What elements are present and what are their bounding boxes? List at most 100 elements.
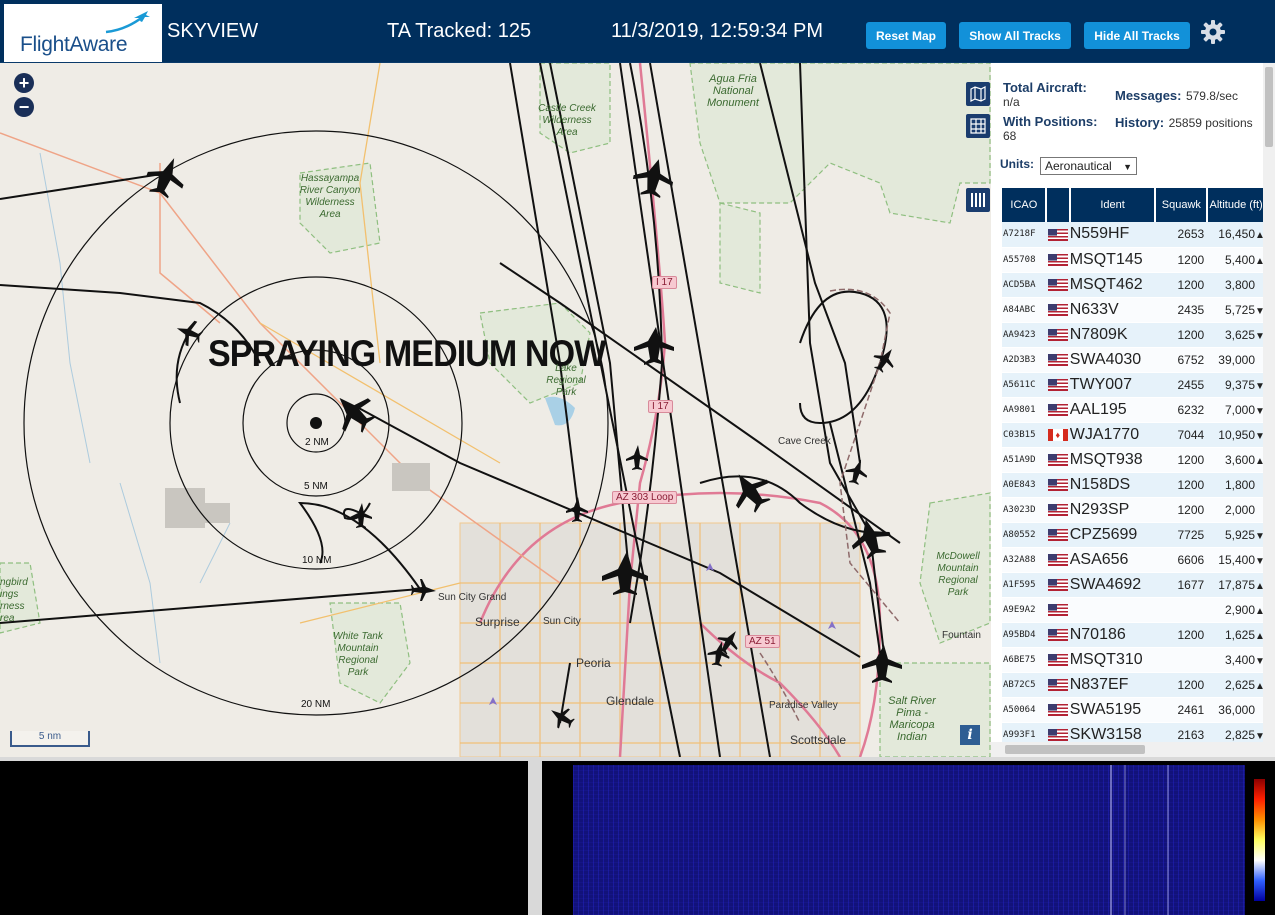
skyview-app: FlightAware SKYVIEW TA Tracked: 125 11/3… [0, 0, 1275, 915]
table-row[interactable]: A7218F N559HF 2653 16,450▲ [1002, 222, 1265, 248]
col-ident[interactable]: Ident [1069, 188, 1157, 222]
col-squawk[interactable]: Squawk [1155, 188, 1209, 222]
table-row[interactable]: C03B15 ♦ WJA1770 7044 10,950▼ [1002, 422, 1265, 448]
altitude-value: 2,000 [1224, 502, 1255, 517]
us-flag-icon [1047, 604, 1068, 617]
cell-altitude: 16,450▲ [1207, 222, 1265, 248]
cell-ident: SWA4692 [1069, 572, 1156, 598]
cell-altitude: 9,375▼ [1207, 372, 1265, 398]
panel-toggle-button[interactable] [966, 188, 990, 212]
place-lake-regional: Lake Regional Park [546, 363, 586, 398]
info-button[interactable]: i [960, 725, 980, 745]
table-row[interactable]: A80552 CPZ5699 7725 5,925▼ [1002, 522, 1265, 548]
aircraft-panel: Total Aircraft: n/a Messages: 579.8/sec … [991, 63, 1275, 757]
cell-squawk: 6232 [1155, 397, 1208, 423]
cell-ident: MSQT310 [1069, 647, 1156, 673]
cell-squawk: 1200 [1155, 672, 1208, 698]
cell-altitude: 2,625▲ [1207, 672, 1265, 698]
units-select[interactable]: Aeronautical [1040, 157, 1137, 175]
us-flag-icon [1047, 679, 1068, 692]
table-header-row: ICAO Ident Squawk Altitude (ft) [1002, 188, 1266, 222]
table-row[interactable]: A1F595 SWA4692 1677 17,875▲ [1002, 572, 1265, 598]
cell-icao: A7218F [1002, 222, 1046, 248]
table-row[interactable]: A84ABC N633V 2435 5,725▼ [1002, 297, 1265, 323]
cell-ident: TWY007 [1069, 372, 1156, 398]
zoom-in-button[interactable]: + [14, 73, 34, 93]
show-all-tracks-button[interactable]: Show All Tracks [959, 22, 1071, 49]
table-row[interactable]: AA9801 AAL195 6232 7,000▼ [1002, 397, 1265, 423]
canada-flag-icon: ♦ [1047, 429, 1068, 442]
cell-squawk [1155, 647, 1208, 673]
place-agua-fria: Agua Fria National Monument [707, 73, 759, 109]
cell-ident: N70186 [1069, 622, 1156, 648]
cell-ident: N633V [1069, 297, 1156, 323]
table-row[interactable]: AB72C5 N837EF 1200 2,625▲ [1002, 672, 1265, 698]
cell-altitude: 2,900▲ [1207, 597, 1265, 623]
hide-all-tracks-button[interactable]: Hide All Tracks [1084, 22, 1190, 49]
map-layer-button[interactable] [966, 82, 990, 106]
col-altitude[interactable]: Altitude (ft) [1207, 188, 1266, 222]
table-row[interactable]: A3023D N293SP 1200 2,000 [1002, 497, 1265, 523]
cell-flag [1045, 347, 1070, 373]
horizontal-scroll-thumb[interactable] [1005, 745, 1145, 754]
cell-flag [1045, 522, 1070, 548]
panel-horizontal-scrollbar[interactable] [991, 742, 1275, 757]
table-row[interactable]: A9E9A2 2,900▲ [1002, 597, 1265, 623]
table-row[interactable]: AA9423 N7809K 1200 3,625▼ [1002, 322, 1265, 348]
table-row[interactable]: A6BE75 MSQT310 3,400▼ [1002, 647, 1265, 673]
cell-altitude: 3,800 [1207, 272, 1265, 298]
with-positions-value: 68 [1003, 129, 1017, 143]
cell-icao: A1F595 [1002, 572, 1046, 598]
units-value: Aeronautical [1045, 159, 1112, 173]
units-label: Units: [1000, 157, 1034, 171]
table-row[interactable]: A2D3B3 SWA4030 6752 39,000 [1002, 347, 1265, 373]
table-row[interactable]: A95BD4 N70186 1200 1,625▲ [1002, 622, 1265, 648]
us-flag-icon [1047, 504, 1068, 517]
table-row[interactable]: A5611C TWY007 2455 9,375▼ [1002, 372, 1265, 398]
gear-icon[interactable] [1200, 19, 1226, 45]
altitude-value: 5,925 [1224, 527, 1255, 542]
us-flag-icon [1047, 654, 1068, 667]
table-row[interactable]: ACD5BA MSQT462 1200 3,800 [1002, 272, 1265, 298]
table-row[interactable]: A32A88 ASA656 6606 15,400▼ [1002, 547, 1265, 573]
road-tag-loop-303: AZ 303 Loop [612, 491, 678, 504]
map-icon [970, 86, 986, 102]
cell-flag [1045, 247, 1070, 273]
reset-map-button[interactable]: Reset Map [866, 22, 946, 49]
cell-ident: CPZ5699 [1069, 522, 1156, 548]
grid-toggle-button[interactable] [966, 114, 990, 138]
cell-flag [1045, 547, 1070, 573]
flightaware-logo[interactable]: FlightAware [4, 4, 162, 62]
zoom-out-button[interactable]: − [14, 97, 34, 117]
cell-icao: A95BD4 [1002, 622, 1046, 648]
cell-squawk: 1200 [1155, 322, 1208, 348]
place-cave-creek: Cave Creek [778, 436, 831, 447]
vertical-scroll-thumb[interactable] [1265, 67, 1273, 147]
us-flag-icon [1047, 304, 1068, 317]
road-tag-i17-south: I 17 [648, 400, 673, 413]
cell-icao: A50064 [1002, 697, 1046, 723]
us-flag-icon [1047, 579, 1068, 592]
history-value: 25859 positions [1168, 116, 1253, 130]
altitude-value: 3,800 [1224, 277, 1255, 292]
map-canvas [0, 63, 991, 757]
cell-flag [1045, 372, 1070, 398]
pane-divider[interactable] [528, 757, 542, 915]
table-row[interactable]: A55708 MSQT145 1200 5,400▲ [1002, 247, 1265, 273]
table-row[interactable]: A50064 SWA5195 2461 36,000 [1002, 697, 1265, 723]
panel-vertical-scrollbar[interactable] [1263, 63, 1275, 742]
cell-icao: AB72C5 [1002, 672, 1046, 698]
cell-icao: A0E843 [1002, 472, 1046, 498]
col-flag[interactable] [1045, 188, 1071, 222]
cell-squawk [1155, 597, 1208, 623]
cell-squawk: 1200 [1155, 472, 1208, 498]
cell-icao: AA9801 [1002, 397, 1046, 423]
range-label-5nm: 5 NM [304, 481, 328, 492]
col-icao[interactable]: ICAO [1002, 188, 1047, 222]
map-view[interactable]: + − SPRAYING MEDIUM NOW 2 NM 5 NM 10 NM … [0, 63, 991, 757]
waterfall-display [573, 765, 1245, 915]
table-row[interactable]: A51A9D MSQT938 1200 3,600▲ [1002, 447, 1265, 473]
cell-flag: ♦ [1045, 422, 1070, 448]
table-row[interactable]: A0E843 N158DS 1200 1,800 [1002, 472, 1265, 498]
cell-flag [1045, 472, 1070, 498]
